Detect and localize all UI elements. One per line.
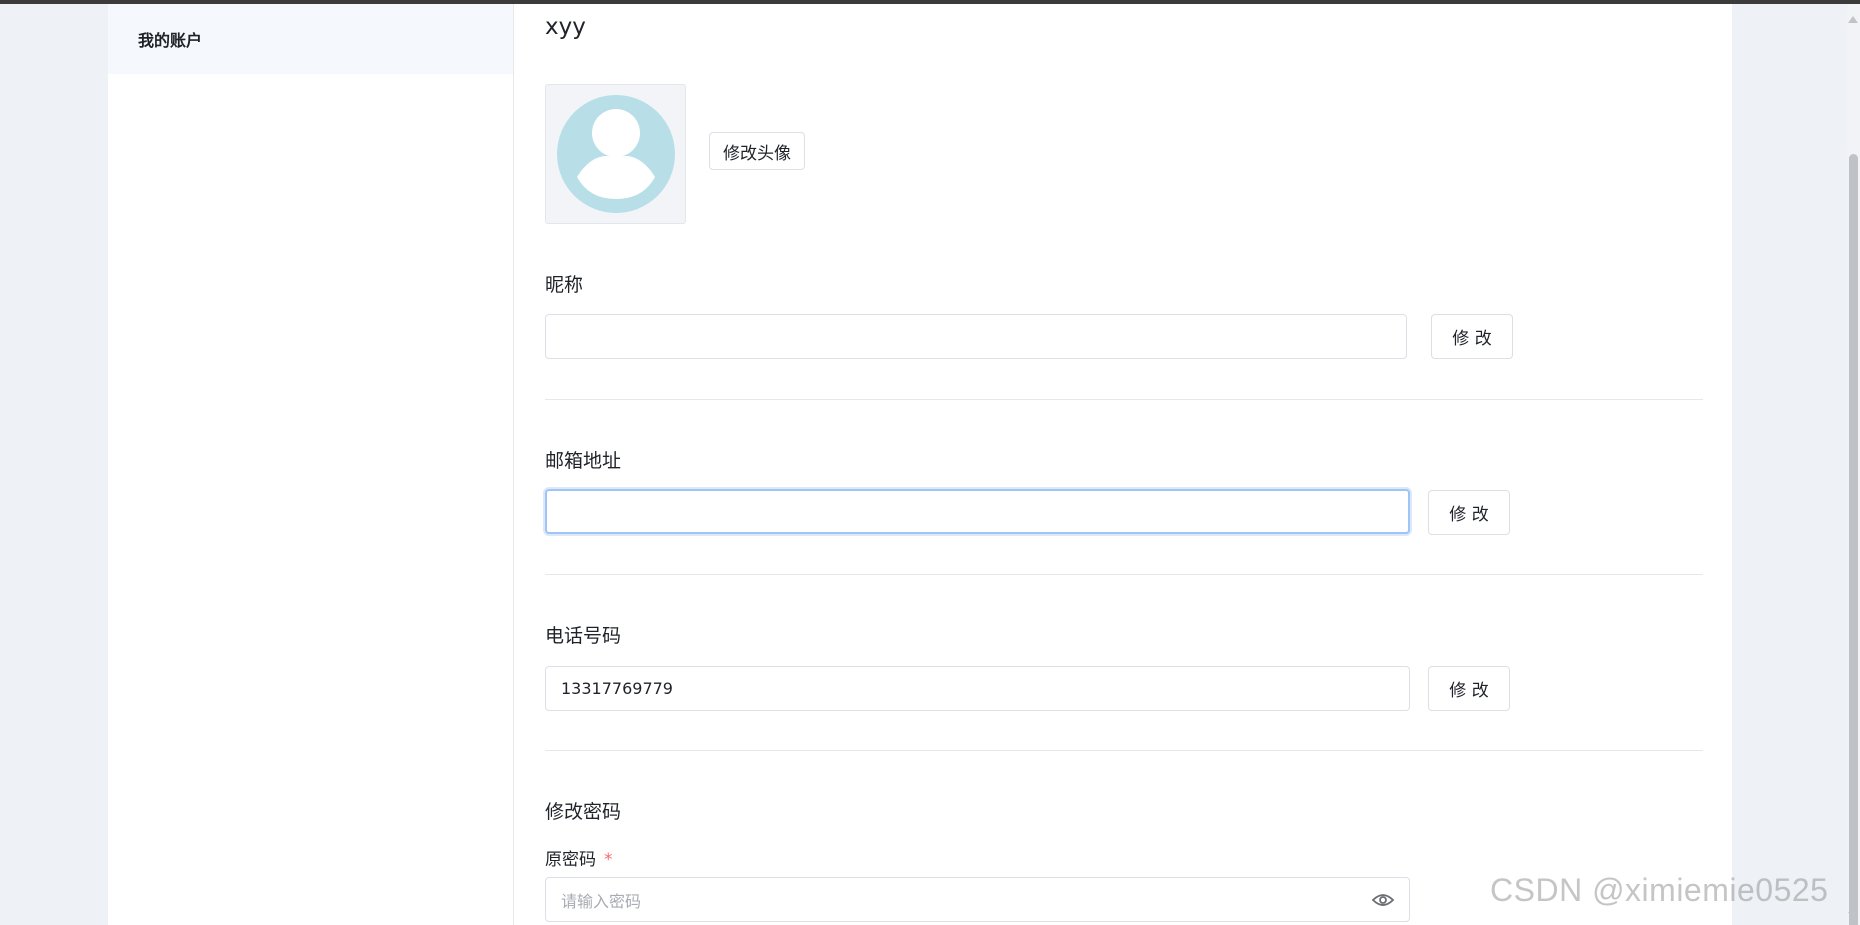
watermark: CSDN @ximiemie0525 <box>1490 872 1829 908</box>
right-gutter <box>1732 4 1860 925</box>
old-password-placeholder: 请输入密码 <box>561 891 642 911</box>
account-panel: xyy 修改头像 昵称 修 改 邮箱地址 修 改 电话号码 1331776977… <box>514 4 1732 925</box>
divider <box>545 399 1703 400</box>
username-heading: xyy <box>545 14 586 40</box>
email-label: 邮箱地址 <box>545 450 622 472</box>
sidebar-item-label: 我的账户 <box>138 31 203 50</box>
phone-input[interactable]: 13317769779 <box>545 666 1410 711</box>
scroll-down-arrow-icon[interactable] <box>1848 912 1858 919</box>
avatar <box>545 84 686 224</box>
scrollbar-thumb[interactable] <box>1849 154 1858 925</box>
change-avatar-button[interactable]: 修改头像 <box>709 132 805 170</box>
old-password-label: 原密码 * <box>545 845 613 870</box>
phone-label: 电话号码 <box>545 625 622 647</box>
required-asterisk: * <box>604 850 613 870</box>
scroll-up-arrow-icon[interactable] <box>1848 16 1858 23</box>
nickname-edit-button[interactable]: 修 改 <box>1431 314 1513 359</box>
email-edit-button[interactable]: 修 改 <box>1428 490 1510 535</box>
divider <box>545 750 1703 751</box>
phone-edit-button[interactable]: 修 改 <box>1428 666 1510 711</box>
default-avatar-icon <box>556 95 675 213</box>
divider <box>545 574 1703 575</box>
eye-icon[interactable] <box>1371 889 1395 911</box>
sidebar: 我的账户 <box>108 4 514 925</box>
email-input[interactable] <box>545 489 1410 534</box>
nickname-label: 昵称 <box>545 274 584 296</box>
vertical-scrollbar[interactable] <box>1847 4 1860 925</box>
change-password-heading: 修改密码 <box>545 801 622 823</box>
nickname-input[interactable] <box>545 314 1407 359</box>
old-password-label-text: 原密码 <box>545 850 596 870</box>
sidebar-item-my-account[interactable]: 我的账户 <box>108 4 513 74</box>
old-password-input[interactable]: 请输入密码 <box>545 877 1410 922</box>
